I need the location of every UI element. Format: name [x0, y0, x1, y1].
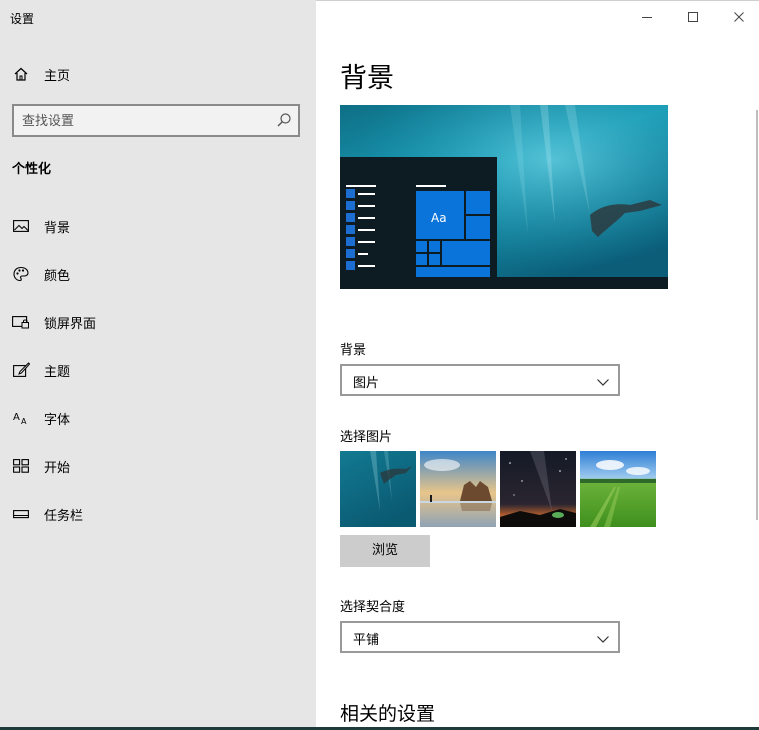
sidebar-item-fonts[interactable]: AA 字体 [0, 400, 316, 436]
choose-picture-label: 选择图片 [340, 430, 393, 445]
close-button[interactable] [716, 0, 759, 34]
page-title: 背景 [340, 63, 394, 94]
picture-thumbnail-green-field[interactable] [580, 451, 656, 527]
start-grid-icon [12, 457, 30, 475]
lock-screen-icon [12, 313, 30, 331]
close-icon [733, 8, 745, 27]
picture-icon [12, 217, 30, 235]
minimize-button[interactable] [624, 0, 670, 34]
sidebar-item-lock-screen[interactable]: 锁屏界面 [0, 304, 316, 340]
fit-dropdown[interactable]: 平铺 [340, 621, 620, 653]
fit-dropdown-value: 平铺 [353, 633, 380, 648]
font-icon: AA [12, 409, 30, 427]
maximize-button[interactable] [670, 0, 716, 34]
sidebar-item-home[interactable]: 主页 [0, 56, 316, 92]
picture-thumbnail-underwater[interactable] [340, 451, 416, 527]
picture-thumbnail-beach-rocks[interactable] [420, 451, 496, 527]
maximize-icon [687, 8, 699, 27]
sidebar-item-themes[interactable]: 主题 [0, 352, 316, 388]
background-preview: Aa [340, 105, 668, 289]
sidebar-item-colors[interactable]: 颜色 [0, 256, 316, 292]
svg-text:A: A [13, 412, 20, 423]
sidebar-item-label: 开始 [44, 460, 71, 476]
picture-thumbnail-night-sky[interactable] [500, 451, 576, 527]
sidebar-item-home-label: 主页 [44, 68, 71, 84]
sidebar-item-label: 任务栏 [44, 508, 84, 524]
sidebar-item-label: 字体 [44, 412, 71, 428]
sidebar-item-label: 颜色 [44, 268, 71, 284]
sidebar-item-label: 主题 [44, 364, 71, 380]
background-dropdown[interactable]: 图片 [340, 364, 620, 396]
sidebar-item-taskbar[interactable]: 任务栏 [0, 496, 316, 532]
preview-tile-text: Aa [431, 211, 447, 225]
palette-icon [12, 265, 30, 283]
window-title: 设置 [10, 12, 35, 26]
fit-label: 选择契合度 [340, 600, 406, 615]
taskbar-icon [12, 505, 30, 523]
search-input[interactable] [22, 112, 262, 130]
background-dropdown-value: 图片 [353, 376, 380, 391]
sidebar-item-start[interactable]: 开始 [0, 448, 316, 484]
browse-button[interactable]: 浏览 [340, 535, 430, 567]
sidebar: 设置 主页 个性化 背景 颜色 锁屏界面 主题 [0, 0, 316, 730]
scrollbar[interactable] [756, 110, 758, 520]
section-title: 个性化 [12, 162, 52, 177]
related-settings-title: 相关的设置 [340, 703, 436, 725]
minimize-icon [641, 8, 653, 27]
sidebar-item-label: 锁屏界面 [44, 316, 97, 332]
background-label: 背景 [340, 343, 367, 358]
home-icon [12, 65, 30, 83]
chevron-down-icon [596, 631, 610, 645]
theme-brush-icon [12, 361, 30, 379]
search-icon[interactable] [276, 112, 292, 128]
sidebar-item-background[interactable]: 背景 [0, 208, 316, 244]
sidebar-item-label: 背景 [44, 220, 71, 236]
search-box[interactable] [12, 104, 300, 137]
svg-text:A: A [21, 417, 27, 426]
chevron-down-icon [596, 374, 610, 388]
